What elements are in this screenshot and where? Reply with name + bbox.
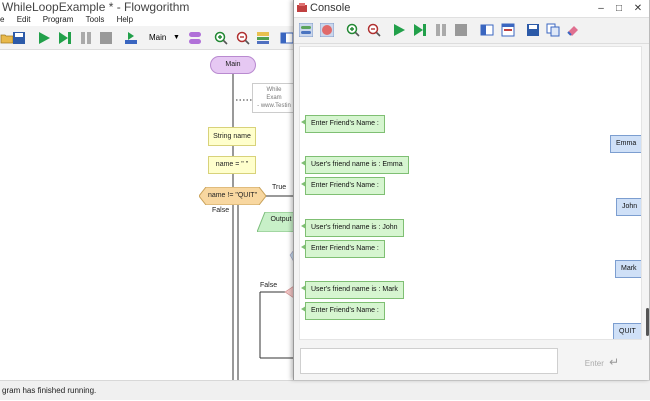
console-output[interactable]: Enter Friend's Name : Emma User's friend… — [299, 46, 642, 340]
comment-line: - www.Testin — [257, 103, 291, 109]
zoom-in-icon[interactable] — [214, 31, 228, 45]
flowchart-connectors — [232, 74, 294, 380]
console-message: John — [616, 198, 641, 216]
save-icon[interactable] — [12, 31, 26, 45]
variable-watch-icon[interactable] — [256, 31, 270, 45]
output-shape-text: Output — [270, 216, 292, 223]
console-toolbar — [294, 18, 649, 44]
pause-icon[interactable] — [434, 23, 448, 37]
console-titlebar[interactable]: Console – □ ✕ — [294, 0, 649, 18]
console-input-row: Enter ↵ — [294, 342, 649, 380]
console-message: User's friend name is : John — [301, 219, 404, 237]
console-message: User's friend name is : Mark — [301, 281, 404, 299]
false-branch-label-2: False — [260, 282, 278, 289]
maximize-icon[interactable]: □ — [612, 2, 626, 16]
zoom-in-icon[interactable] — [346, 23, 360, 37]
step-icon[interactable] — [58, 31, 72, 45]
main-window-title: WhileLoopExample * - Flowgorithm — [2, 0, 190, 14]
status-bar: gram has finished running. — [0, 380, 650, 400]
menu-tools[interactable]: Tools — [86, 14, 105, 26]
console-message: Enter Friend's Name : — [301, 177, 385, 195]
console-message: Enter Friend's Name : — [301, 240, 385, 258]
function-select-value: Main — [149, 33, 167, 42]
menu-edit[interactable]: Edit — [17, 14, 31, 26]
console-message: User's friend name is : Emma — [301, 156, 409, 174]
while-condition-text: name != "QUIT" — [207, 192, 258, 199]
output-shape[interactable]: Output — [257, 212, 297, 232]
menu-file[interactable]: e — [0, 14, 4, 26]
function-select[interactable]: Main ▼ — [149, 32, 181, 44]
minimize-icon[interactable]: – — [594, 2, 608, 16]
menu-program[interactable]: Program — [43, 14, 74, 26]
assign-shape[interactable]: name = " " — [208, 156, 256, 174]
zoom-out-icon[interactable] — [236, 31, 250, 45]
chat-view-icon[interactable] — [299, 23, 313, 37]
run-speed-icon[interactable] — [124, 31, 138, 45]
comment-shape[interactable]: While Exam - www.Testin — [252, 83, 296, 113]
enter-return-icon: ↵ — [609, 355, 620, 369]
variables-window-icon[interactable] — [501, 23, 515, 37]
console-app-icon — [297, 3, 307, 12]
enter-button[interactable]: Enter ↵ — [568, 348, 636, 374]
comment-line: While — [266, 87, 282, 93]
stop-icon[interactable] — [99, 31, 113, 45]
record-icon[interactable] — [320, 23, 334, 37]
chevron-down-icon: ▼ — [173, 34, 180, 41]
while-decision-shape[interactable]: name != "QUIT" — [199, 187, 266, 205]
layout-icon[interactable] — [480, 23, 494, 37]
console-message: QUIT — [613, 323, 641, 339]
run-icon[interactable] — [37, 31, 51, 45]
layout-icon[interactable] — [280, 31, 294, 45]
menu-help[interactable]: Help — [117, 14, 133, 26]
comment-line: Exam — [266, 95, 282, 101]
pause-icon[interactable] — [79, 31, 93, 45]
enter-button-label: Enter — [584, 359, 604, 368]
declare-shape[interactable]: String name — [208, 127, 256, 146]
console-message: Mark — [615, 260, 641, 278]
console-message: Enter Friend's Name : — [301, 302, 385, 320]
true-branch-label: True — [272, 184, 287, 191]
console-window: Console – □ ✕ Enter Friend's Name : Emma… — [293, 0, 650, 380]
copy-icon[interactable] — [546, 23, 560, 37]
save-icon[interactable] — [526, 23, 540, 37]
zoom-out-icon[interactable] — [367, 23, 381, 37]
console-message: Enter Friend's Name : — [301, 115, 385, 133]
function-manager-icon[interactable] — [188, 31, 202, 45]
run-icon[interactable] — [392, 23, 406, 37]
console-title: Console — [310, 2, 351, 14]
console-scrollbar[interactable] — [646, 308, 649, 336]
step-icon[interactable] — [413, 23, 427, 37]
clear-icon[interactable] — [566, 23, 580, 37]
start-shape[interactable]: Main — [210, 56, 256, 74]
flowchart-canvas[interactable]: name != "QUIT" Output — [0, 50, 297, 380]
console-input[interactable] — [300, 348, 558, 374]
close-icon[interactable]: ✕ — [631, 2, 645, 16]
console-message: Emma — [610, 135, 641, 153]
stop-icon[interactable] — [454, 23, 468, 37]
menu-bar: e Edit Program Tools Help — [0, 14, 300, 26]
false-branch-label: False — [212, 207, 230, 214]
main-toolbar: Main ▼ — [0, 26, 300, 50]
